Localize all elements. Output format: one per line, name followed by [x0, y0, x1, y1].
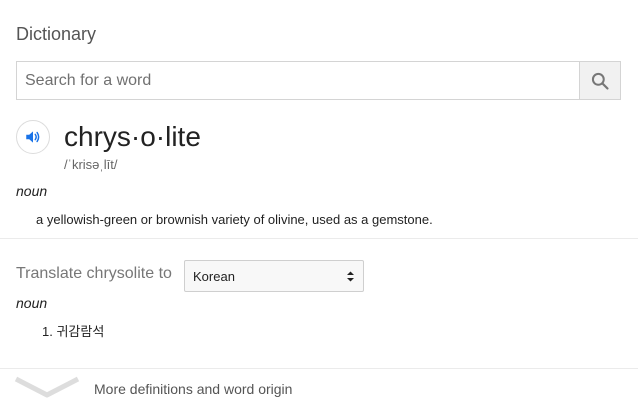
language-select[interactable]: Korean: [184, 260, 364, 292]
headword: chrys·o·lite: [64, 121, 201, 152]
language-select-value: Korean: [193, 268, 235, 284]
panel-title: Dictionary: [16, 24, 97, 44]
section-divider: [0, 238, 638, 239]
more-definitions-label: More definitions and word origin: [94, 381, 293, 397]
speaker-icon: [26, 131, 40, 143]
footer-divider: [0, 368, 638, 369]
translate-label: Translate chrysolite to: [16, 265, 172, 282]
part-of-speech: noun: [16, 183, 48, 199]
search-button[interactable]: [579, 62, 620, 99]
chevron-down-icon: [14, 376, 80, 398]
search-input[interactable]: [17, 62, 579, 99]
phonetic-spelling: /ˈkrisəˌlīt/: [64, 157, 118, 172]
search-box: [16, 61, 621, 100]
dictionary-card: Dictionary chrys·o·lite /ˈkrisəˌlīt/ nou…: [0, 0, 638, 409]
definition-text: a yellowish-green or brownish variety of…: [36, 212, 433, 227]
translation-item: 1. 귀감람석: [42, 324, 105, 339]
translation-part-of-speech: noun: [16, 295, 48, 311]
select-arrows-icon: [347, 271, 354, 281]
more-definitions-button[interactable]: More definitions and word origin: [0, 370, 638, 409]
pronunciation-audio-button[interactable]: [16, 120, 50, 154]
search-icon: [591, 72, 609, 90]
